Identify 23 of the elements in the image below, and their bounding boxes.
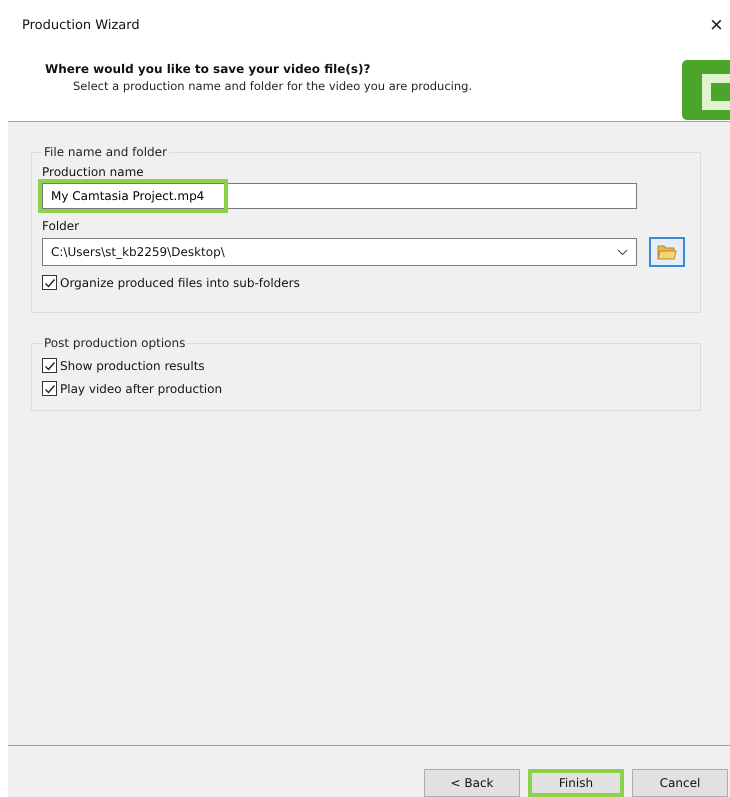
option-checkbox[interactable]: Show production results	[42, 358, 690, 373]
field-label: Folder	[42, 219, 80, 233]
group-legend: File name and folder	[42, 145, 169, 159]
check-icon	[44, 276, 56, 288]
check-icon	[44, 360, 56, 372]
window-title: Production Wizard	[22, 18, 140, 32]
logo-icon	[682, 60, 730, 120]
wizard-button[interactable]: < Back	[424, 769, 520, 797]
wizard-subheading: Select a production name and folder for the video you are producing.	[72, 79, 472, 93]
close-button[interactable]: ×	[710, 12, 730, 38]
production-name-field[interactable]: My Camtasia Project.mp4	[42, 183, 637, 209]
check-icon	[44, 382, 56, 394]
folder-icon	[657, 244, 677, 260]
wizard-heading: Where would you like to save your video file(s)?	[45, 62, 372, 76]
group-legend: Post production options	[42, 336, 188, 350]
browse-button[interactable]	[649, 237, 685, 267]
option-checkbox[interactable]: Play video after production	[42, 381, 690, 396]
field-label: Production name	[42, 165, 145, 179]
wizard-button[interactable]: Finish	[528, 769, 624, 797]
wizard-button[interactable]: Cancel	[632, 769, 728, 797]
folder-dropdown[interactable]: C:\Users\st_kb2259\Desktop\	[42, 238, 637, 266]
chevron-icon	[617, 248, 628, 256]
organize-checkbox[interactable]: Organize produced files into sub-folders	[42, 275, 690, 290]
